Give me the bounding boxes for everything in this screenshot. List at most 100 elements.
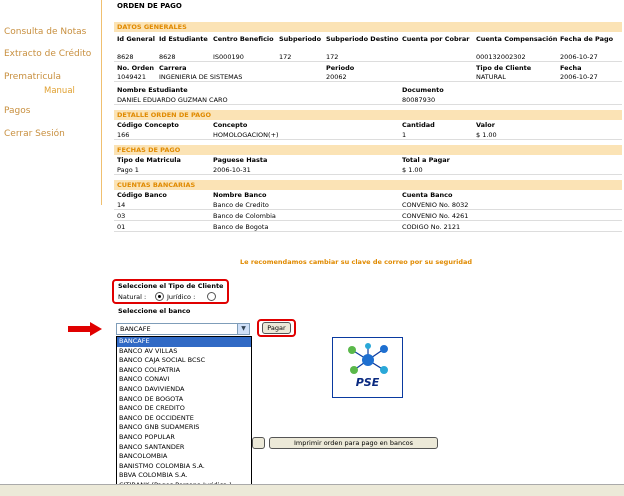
- header-cuenta-compensacion: Cuenta Compensación: [476, 35, 558, 43]
- bank-option[interactable]: BANCO GNB SUDAMERIS: [117, 423, 251, 433]
- bank-option[interactable]: BANISTMO COLOMBIA S.A.: [117, 462, 251, 472]
- header-cuenta-cobrar: Cuenta por Cobrar: [402, 35, 470, 43]
- natural-radio[interactable]: [155, 292, 164, 301]
- value-periodo: 20062: [326, 73, 347, 81]
- bank-name: Banco de Bogota: [213, 223, 269, 231]
- bank-option[interactable]: BANCO CAJA SOCIAL BCSC: [117, 356, 251, 366]
- value-concepto: HOMOLOGACION(+): [213, 131, 279, 139]
- detail-value-row: 166 HOMOLOGACION(+) 1 $ 1.00: [114, 131, 622, 140]
- general-value-row: 8628 8628 IS000190 172 172 000132002302 …: [114, 53, 622, 62]
- bank-account: CONVENIO No. 4261: [402, 212, 469, 220]
- section-cuentas-bancarias: CUENTAS BANCARIAS: [114, 180, 622, 190]
- pay-button[interactable]: Pagar: [262, 322, 291, 334]
- sidebar-item-prematricula[interactable]: Prematricula: [4, 72, 61, 82]
- value-cantidad: 1: [402, 131, 407, 139]
- header-tipo-cliente: Tipo de Cliente: [476, 64, 532, 72]
- value-nombre-estudiante: DANIEL EDUARDO GUZMAN CARO: [117, 96, 228, 104]
- bank-account: CODIGO No. 2121: [402, 223, 461, 231]
- header-concepto: Concepto: [213, 121, 248, 129]
- header-paguese-hasta: Paguese Hasta: [213, 156, 268, 164]
- sidebar-subitem-manual[interactable]: Manual: [44, 86, 75, 96]
- bank-select[interactable]: BANCAFE ▼: [116, 323, 250, 335]
- header-nombre-estudiante: Nombre Estudiante: [117, 86, 188, 94]
- header-id-estudiante: Id Estudiante: [159, 35, 208, 43]
- print-order-button[interactable]: Imprimir orden para pago en bancos: [269, 437, 438, 449]
- client-type-title: Seleccione el Tipo de Cliente: [118, 282, 224, 290]
- header-codigo-concepto: Código Concepto: [117, 121, 179, 129]
- bank-code: 03: [117, 212, 126, 220]
- table-row: 14 Banco de Credito CONVENIO No. 8032: [114, 201, 622, 210]
- bank-option[interactable]: BANCO POPULAR: [117, 433, 251, 443]
- juridico-radio[interactable]: [207, 292, 216, 301]
- header-subperiodo: Subperiodo: [279, 35, 322, 43]
- value-id-estudiante: 8628: [159, 53, 176, 61]
- general-value-row-3: DANIEL EDUARDO GUZMAN CARO 80087930: [114, 96, 622, 105]
- page: Consulta de Notas Extracto de Crédito Pr…: [0, 0, 624, 496]
- dates-header-row: Tipo de Matricula Paguese Hasta Total a …: [114, 156, 622, 165]
- header-periodo: Periodo: [326, 64, 355, 72]
- red-arrow-icon: [68, 322, 102, 336]
- bank-code: 14: [117, 201, 126, 209]
- header-tipo-matricula: Tipo de Matricula: [117, 156, 181, 164]
- bank-name: Banco de Credito: [213, 201, 269, 209]
- header-documento: Documento: [402, 86, 444, 94]
- header-cantidad: Cantidad: [402, 121, 435, 129]
- general-header-row: Id General Id Estudiante Centro Benefici…: [114, 35, 622, 53]
- bank-option[interactable]: BANCO DE OCCIDENTE: [117, 414, 251, 424]
- sidebar-item-pagos[interactable]: Pagos: [4, 106, 30, 116]
- value-subperiodo-destino: 172: [326, 53, 339, 61]
- header-nombre-banco: Nombre Banco: [213, 191, 267, 199]
- header-id-general: Id General: [117, 35, 155, 43]
- bank-option[interactable]: BANCO DAVIVIENDA: [117, 385, 251, 395]
- sidebar-item-extracto-credito[interactable]: Extracto de Crédito: [4, 49, 91, 59]
- value-tipo-matricula: Pago 1: [117, 166, 139, 174]
- table-row: 01 Banco de Bogota CODIGO No. 2121: [114, 223, 622, 232]
- partial-button[interactable]: [252, 437, 265, 449]
- bank-option[interactable]: BANCO COLPATRIA: [117, 366, 251, 376]
- header-no-orden: No. Orden: [117, 64, 155, 72]
- header-fecha-pago: Fecha de Pago: [560, 35, 614, 43]
- sidebar-item-cerrar-sesion[interactable]: Cerrar Sesión: [4, 129, 65, 139]
- bank-option[interactable]: BANCAFE: [117, 337, 251, 347]
- chevron-down-icon[interactable]: ▼: [237, 324, 249, 334]
- general-header-row-3: Nombre Estudiante Documento: [114, 86, 622, 95]
- bank-select-value: BANCAFE: [120, 325, 151, 333]
- status-bar: [0, 484, 624, 496]
- bank-dropdown-list[interactable]: BANCAFE BANCO AV VILLAS BANCO CAJA SOCIAL …: [116, 336, 252, 496]
- security-note: Le recomendamos cambiar su clave de corr…: [240, 258, 473, 266]
- header-carrera: Carrera: [159, 64, 187, 72]
- header-valor: Valor: [476, 121, 495, 129]
- bank-option[interactable]: BANCOLOMBIA: [117, 452, 251, 462]
- bank-option[interactable]: BANCO SANTANDER: [117, 443, 251, 453]
- header-centro-beneficio: Centro Beneficio: [213, 35, 274, 43]
- pse-logo: PSE: [332, 337, 403, 398]
- value-fecha-pago: 2006-10-27: [560, 53, 598, 61]
- section-datos-generales: DATOS GENERALES: [114, 22, 622, 32]
- banks-header-row: Código Banco Nombre Banco Cuenta Banco: [114, 191, 622, 200]
- bank-option[interactable]: BANCO AV VILLAS: [117, 347, 251, 357]
- pse-logo-text: PSE: [355, 376, 380, 389]
- header-codigo-banco: Código Banco: [117, 191, 167, 199]
- network-icon: [348, 343, 388, 374]
- general-header-row-2: No. Orden Carrera Periodo Tipo de Client…: [114, 64, 622, 73]
- header-fecha: Fecha: [560, 64, 582, 72]
- section-fechas-pago: FECHAS DE PAGO: [114, 145, 622, 155]
- bank-option[interactable]: BANCO DE CREDITO: [117, 404, 251, 414]
- bank-select-title: Seleccione el banco: [118, 307, 191, 315]
- general-value-row-2: 1049421 INGENIERIA DE SISTEMAS 20062 NAT…: [114, 73, 622, 82]
- value-codigo-concepto: 166: [117, 131, 130, 139]
- bank-name: Banco de Colombia: [213, 212, 276, 220]
- value-fecha: 2006-10-27: [560, 73, 598, 81]
- natural-label: Natural :: [118, 293, 147, 301]
- bank-option[interactable]: BANCO CONAVI: [117, 375, 251, 385]
- value-centro-beneficio: IS000190: [213, 53, 244, 61]
- header-total-pagar: Total a Pagar: [402, 156, 450, 164]
- detail-header-row: Código Concepto Concepto Cantidad Valor: [114, 121, 622, 130]
- bank-code: 01: [117, 223, 126, 231]
- sidebar-item-consulta-notas[interactable]: Consulta de Notas: [4, 27, 86, 37]
- bank-option[interactable]: BANCO DE BOGOTA: [117, 395, 251, 405]
- juridico-label: Jurídico :: [167, 293, 196, 301]
- bank-account: CONVENIO No. 8032: [402, 201, 469, 209]
- bank-option[interactable]: BBVA COLOMBIA S.A.: [117, 471, 251, 481]
- page-title: ORDEN DE PAGO: [117, 2, 182, 10]
